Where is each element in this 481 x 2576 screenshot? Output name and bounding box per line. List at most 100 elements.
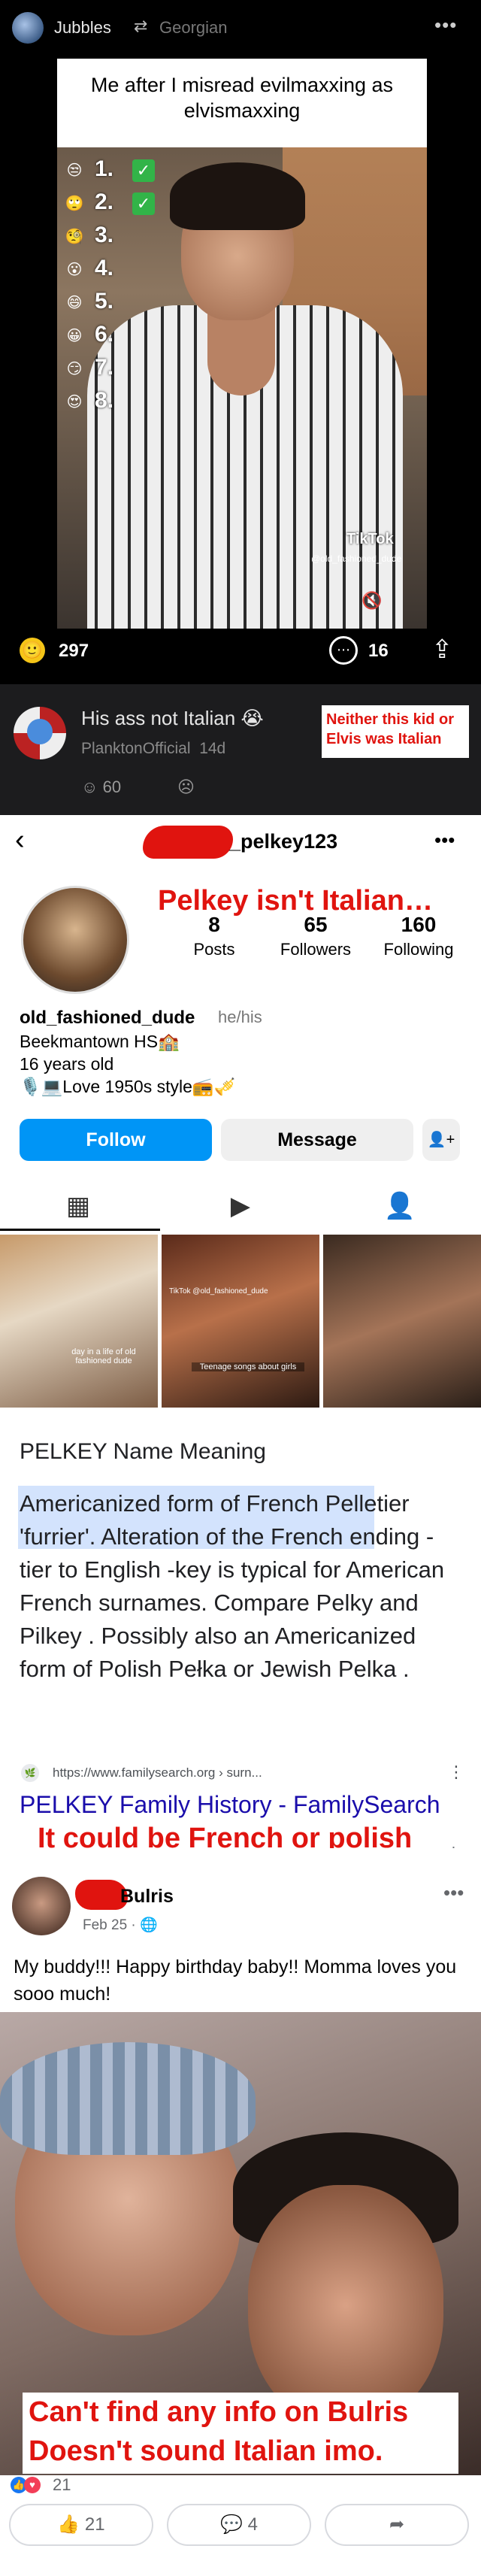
stat-following[interactable]: 160 Following <box>370 913 467 959</box>
post-date: Feb 25 · 🌐 <box>83 1917 158 1933</box>
stat-label: Following <box>383 940 454 959</box>
post-text: My buddy!!! Happy birthday baby!! Momma … <box>14 1956 457 2005</box>
comment-meta: PlanktonOfficial 14d <box>81 740 225 758</box>
instagram-profile: ‹ _pelkey123 ••• Pelkey isn't Italian… 8… <box>0 815 481 1417</box>
more-options-icon[interactable]: ⋮ <box>448 1762 464 1782</box>
comment-button[interactable]: 💬 4 <box>167 2504 311 2546</box>
list-number-3: 3. <box>95 223 114 247</box>
back-arrow-icon[interactable]: ‹ <box>15 824 25 856</box>
checkmark-icon: ✓ <box>132 159 155 182</box>
comment-count: 16 <box>368 641 389 661</box>
reaction-button[interactable]: ☺ 60 <box>81 777 121 797</box>
like-icon: 👍 <box>57 2514 80 2535</box>
reaction-count: 60 <box>102 777 122 796</box>
annotation-line: Doesn't sound Italian imo. <box>29 2435 383 2467</box>
bio-line: Beekmantown HS🏫 <box>20 1032 180 1051</box>
emoji-2: 🙄 <box>65 195 84 212</box>
post-photo[interactable]: Can't find any info on Bulris Doesn't so… <box>0 2012 481 2475</box>
avatar-badge <box>27 719 53 744</box>
result-heading: PELKEY Name Meaning <box>20 1439 266 1464</box>
bio-line: 🎙️💻Love 1950s style📻🎺 <box>20 1077 236 1096</box>
dislike-reaction-icon[interactable]: ☹ <box>177 777 195 797</box>
reels-tab-icon[interactable]: ▶ <box>218 1191 263 1221</box>
add-user-icon[interactable]: 👤+ <box>422 1119 460 1161</box>
follow-button[interactable]: Follow <box>20 1119 212 1161</box>
stat-value: 160 <box>401 913 437 936</box>
comment-age: 14d <box>199 740 226 757</box>
comment-section: His ass not Italian 😭 PlanktonOfficial 1… <box>0 684 481 815</box>
tiktok-handle: @old_fashioned_dude <box>311 553 402 564</box>
message-button[interactable]: Message <box>221 1119 413 1161</box>
result-snippet: Americanized form of French Pelletier 'f… <box>20 1487 463 1686</box>
comment-icon: 💬 <box>220 2514 243 2535</box>
favicon-icon: 🌿 <box>21 1764 39 1782</box>
tiktok-watermark: TikTok <box>346 531 394 547</box>
more-options-icon[interactable]: ••• <box>434 14 457 37</box>
meme-photo: 😒 🙄 🧐 😮 😄 😀 😏 😍 1. 2. 3. 4. 5. 6. 7. 8. … <box>57 147 427 629</box>
post-header: Jubbles ⇄ Georgian ••• <box>0 0 481 56</box>
stat-label: Followers <box>280 940 352 959</box>
post-image[interactable]: Me after I misread evilmaxxing as elvism… <box>57 59 427 629</box>
list-number-5: 5. <box>95 289 114 314</box>
comment-user[interactable]: PlanktonOfficial <box>81 740 191 757</box>
tagged-tab-icon[interactable]: 👤 <box>377 1191 422 1221</box>
mute-icon[interactable]: 🔇 <box>362 591 382 611</box>
like-count: 21 <box>84 2514 105 2535</box>
meme-caption: Me after I misread evilmaxxing as elvism… <box>57 59 427 147</box>
active-tab-indicator <box>0 1229 160 1231</box>
poster-avatar[interactable] <box>12 1877 71 1935</box>
repost-icon: ⇄ <box>134 17 148 35</box>
stat-posts[interactable]: 8 Posts <box>165 913 263 959</box>
pronouns: he/his <box>218 1008 262 1026</box>
thumbnail-caption: day in a life of old fashioned dude <box>71 1347 136 1365</box>
profile-username: _pelkey123 <box>229 830 338 853</box>
community-name[interactable]: Georgian <box>159 18 228 38</box>
more-options-icon[interactable]: ••• <box>443 1881 464 1905</box>
facebook-post: Bulris Feb 25 · 🌐 ••• My buddy!!! Happy … <box>0 1848 481 2576</box>
bio-line: 16 years old <box>20 1054 114 1074</box>
reaction-icons: 👍 ♥ <box>11 2477 45 2496</box>
checkmark-icon: ✓ <box>132 192 155 215</box>
poster-name[interactable]: Bulris <box>120 1886 174 1908</box>
share-button[interactable]: ➦ <box>325 2504 469 2546</box>
emoji-8: 😍 <box>66 394 83 411</box>
stat-value: 65 <box>304 913 328 936</box>
list-number-1: 1. <box>95 156 114 181</box>
love-reaction-icon: ♥ <box>24 2477 41 2493</box>
search-result: PELKEY Name Meaning Americanized form of… <box>0 1417 481 1862</box>
result-url[interactable]: https://www.familysearch.org › surn... <box>53 1765 262 1780</box>
post-thumbnail[interactable] <box>323 1235 481 1408</box>
boy-face <box>248 2185 443 2426</box>
emoji-5: 😄 <box>66 295 83 311</box>
profile-avatar[interactable] <box>21 886 129 994</box>
share-icon[interactable]: ⇪ <box>431 635 453 665</box>
avatar[interactable] <box>12 12 44 44</box>
like-count: 297 <box>59 641 89 661</box>
display-name: old_fashioned_dude <box>20 1008 195 1028</box>
post-username[interactable]: Jubbles <box>54 18 111 38</box>
grid-tab-icon[interactable]: ▦ <box>56 1191 101 1221</box>
more-options-icon[interactable]: ••• <box>434 829 455 852</box>
like-button[interactable]: 👍 21 <box>9 2504 153 2546</box>
comment-count: 4 <box>247 2514 258 2535</box>
comment-icon[interactable]: ⋯ <box>329 636 358 665</box>
hair <box>170 162 305 230</box>
social-post-dark: Jubbles ⇄ Georgian ••• Me after I misrea… <box>0 0 481 684</box>
emoji-1: 😒 <box>66 162 83 179</box>
annotation-note: Neither this kid or Elvis was Italian <box>322 705 469 758</box>
list-number-4: 4. <box>95 256 114 280</box>
result-link[interactable]: PELKEY Family History - FamilySearch <box>20 1791 440 1819</box>
emoji-3: 🧐 <box>65 229 84 245</box>
annotation-line: Can't find any info on Bulris <box>29 2396 409 2428</box>
list-number-7: 7. <box>95 355 114 380</box>
post-thumbnail[interactable]: day in a life of old fashioned dude <box>0 1235 158 1408</box>
post-thumbnail[interactable]: TikTok @old_fashioned_dude Teenage songs… <box>162 1235 319 1408</box>
list-number-2: 2. <box>95 189 114 214</box>
list-number-6: 6. <box>95 322 114 347</box>
hat <box>0 2042 256 2155</box>
stat-followers[interactable]: 65 Followers <box>267 913 365 959</box>
thumbnail-caption: Teenage songs about girls <box>192 1362 304 1371</box>
stat-value: 8 <box>208 913 220 936</box>
like-emoji-icon[interactable]: 🙂 <box>20 638 45 663</box>
comment-text: His ass not Italian 😭 <box>81 707 264 729</box>
